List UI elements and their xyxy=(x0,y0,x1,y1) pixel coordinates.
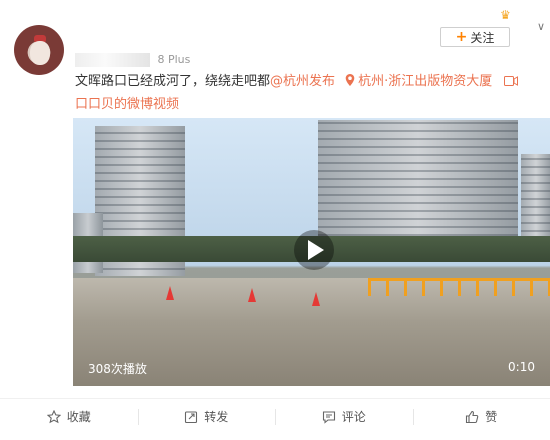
avatar[interactable] xyxy=(14,25,64,75)
video-source-link[interactable]: 口口贝的微博视频 xyxy=(75,93,179,112)
plus-icon: + xyxy=(455,29,468,45)
traffic-cone xyxy=(312,292,320,306)
repost-button[interactable]: 转发 xyxy=(137,399,276,434)
post-text: 文晖路口已经成河了，绕绕走吧都@杭州发布 杭州·浙江出版物资大厦 xyxy=(75,71,545,93)
star-icon xyxy=(46,409,61,423)
play-button[interactable] xyxy=(294,230,334,270)
avatar-face xyxy=(30,41,50,65)
chevron-down-icon[interactable]: ∨ xyxy=(537,20,545,33)
blurred-username-time xyxy=(75,53,150,67)
road-fence xyxy=(368,278,550,296)
like-icon xyxy=(466,410,479,423)
post-source: 8 Plus xyxy=(157,53,191,66)
favorite-button[interactable]: 收藏 xyxy=(0,399,138,434)
mention-link[interactable]: @杭州发布 xyxy=(270,74,335,89)
video-player[interactable]: 308次播放 0:10 xyxy=(73,118,550,386)
post-text-main: 文晖路口已经成河了，绕绕走吧都 xyxy=(75,74,271,89)
repost-label: 转发 xyxy=(204,410,229,424)
post-meta: 8 Plus xyxy=(75,53,190,67)
repost-icon xyxy=(185,410,198,423)
play-count: 308次播放 xyxy=(88,362,147,376)
like-label: 赞 xyxy=(485,410,498,424)
traffic-cone xyxy=(248,288,256,302)
follow-label: 关注 xyxy=(470,30,495,45)
video-duration: 0:10 xyxy=(508,360,535,374)
comment-label: 评论 xyxy=(341,410,366,424)
comment-icon xyxy=(322,410,335,424)
traffic-cone xyxy=(166,286,174,300)
video-link-icon xyxy=(504,76,519,86)
crown-icon: ♛ xyxy=(500,8,511,22)
favorite-label: 收藏 xyxy=(66,410,91,424)
location-label: 杭州·浙江出版物资大厦 xyxy=(358,74,493,89)
action-bar: 收藏 转发 评论 赞 xyxy=(0,398,550,434)
comment-button[interactable]: 评论 xyxy=(275,399,413,434)
play-icon xyxy=(308,240,324,260)
location-link[interactable]: 杭州·浙江出版物资大厦 xyxy=(339,74,496,89)
weibo-post-card: 8 Plus ♛ + 关注 ∨ 文晖路口已经成河了，绕绕走吧都@杭州发布 杭州·… xyxy=(0,0,550,440)
building-right xyxy=(318,120,518,250)
follow-button[interactable]: + 关注 xyxy=(440,27,510,47)
location-pin-icon xyxy=(345,74,355,86)
like-button[interactable]: 赞 xyxy=(412,399,550,434)
